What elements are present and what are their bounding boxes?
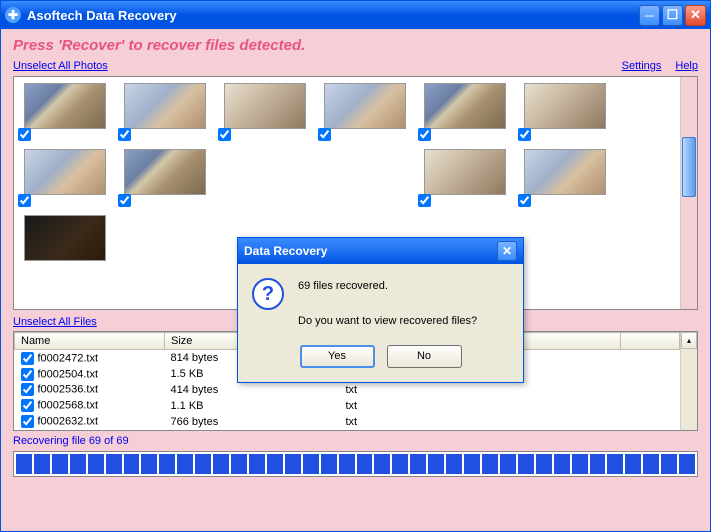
window-title: Asoftech Data Recovery — [27, 8, 639, 23]
maximize-button[interactable]: ☐ — [662, 5, 683, 26]
close-button[interactable]: ✕ — [685, 5, 706, 26]
main-window: ✚ Asoftech Data Recovery ─ ☐ ✕ Press 'Re… — [0, 0, 711, 532]
photo-checkbox[interactable] — [318, 128, 331, 141]
file-checkbox[interactable] — [21, 399, 34, 412]
photo-item[interactable] — [24, 83, 106, 129]
table-row[interactable]: f0002632.txt766 bytestxt — [15, 414, 680, 430]
photo-checkbox[interactable] — [518, 194, 531, 207]
table-row[interactable]: f0002568.txt1.1 KBtxt — [15, 398, 680, 414]
col-header-empty[interactable] — [620, 333, 679, 350]
unselect-files-link[interactable]: Unselect All Files — [13, 316, 97, 328]
app-icon: ✚ — [5, 7, 21, 23]
table-row[interactable]: f0002536.txt414 bytestxt — [15, 382, 680, 398]
photo-checkbox[interactable] — [18, 128, 31, 141]
photo-checkbox[interactable] — [418, 194, 431, 207]
photo-checkbox[interactable] — [418, 128, 431, 141]
photo-item[interactable] — [124, 83, 206, 129]
file-checkbox[interactable] — [21, 415, 34, 428]
photo-item[interactable] — [24, 149, 106, 195]
titlebar: ✚ Asoftech Data Recovery ─ ☐ ✕ — [1, 1, 710, 29]
instruction-text: Press 'Recover' to recover files detecte… — [13, 37, 698, 54]
question-icon: ? — [252, 278, 284, 310]
col-header-name[interactable]: Name — [15, 333, 165, 350]
unselect-photos-link[interactable]: Unselect All Photos — [13, 60, 108, 72]
photo-item[interactable] — [524, 149, 606, 195]
photo-item[interactable] — [424, 83, 506, 129]
photo-checkbox[interactable] — [518, 128, 531, 141]
status-text: Recovering file 69 of 69 — [13, 435, 698, 447]
file-scrollbar[interactable]: ▴ — [680, 332, 697, 430]
photo-item[interactable] — [224, 83, 306, 129]
photo-item[interactable] — [424, 149, 506, 195]
settings-link[interactable]: Settings — [622, 60, 662, 72]
file-checkbox[interactable] — [21, 383, 34, 396]
photo-item[interactable] — [124, 149, 206, 195]
photo-checkbox[interactable] — [18, 194, 31, 207]
no-button[interactable]: No — [387, 345, 462, 368]
dialog-title: Data Recovery — [244, 244, 497, 258]
scroll-up-icon[interactable]: ▴ — [681, 332, 697, 349]
recovery-dialog: Data Recovery ✕ ? 69 files recovered. Do… — [237, 237, 524, 383]
photo-item[interactable] — [24, 215, 106, 261]
help-link[interactable]: Help — [675, 60, 698, 72]
photo-scrollbar[interactable] — [680, 77, 697, 309]
file-checkbox[interactable] — [21, 352, 34, 365]
minimize-button[interactable]: ─ — [639, 5, 660, 26]
photo-item[interactable] — [324, 83, 406, 129]
photo-checkbox[interactable] — [118, 128, 131, 141]
photo-checkbox[interactable] — [218, 128, 231, 141]
photo-item[interactable] — [524, 83, 606, 129]
dialog-message-2: Do you want to view recovered files? — [298, 313, 477, 331]
dialog-close-button[interactable]: ✕ — [497, 241, 517, 261]
yes-button[interactable]: Yes — [300, 345, 375, 368]
photo-checkbox[interactable] — [118, 194, 131, 207]
progress-bar — [13, 451, 698, 477]
dialog-message-1: 69 files recovered. — [298, 278, 477, 296]
file-checkbox[interactable] — [21, 368, 34, 381]
